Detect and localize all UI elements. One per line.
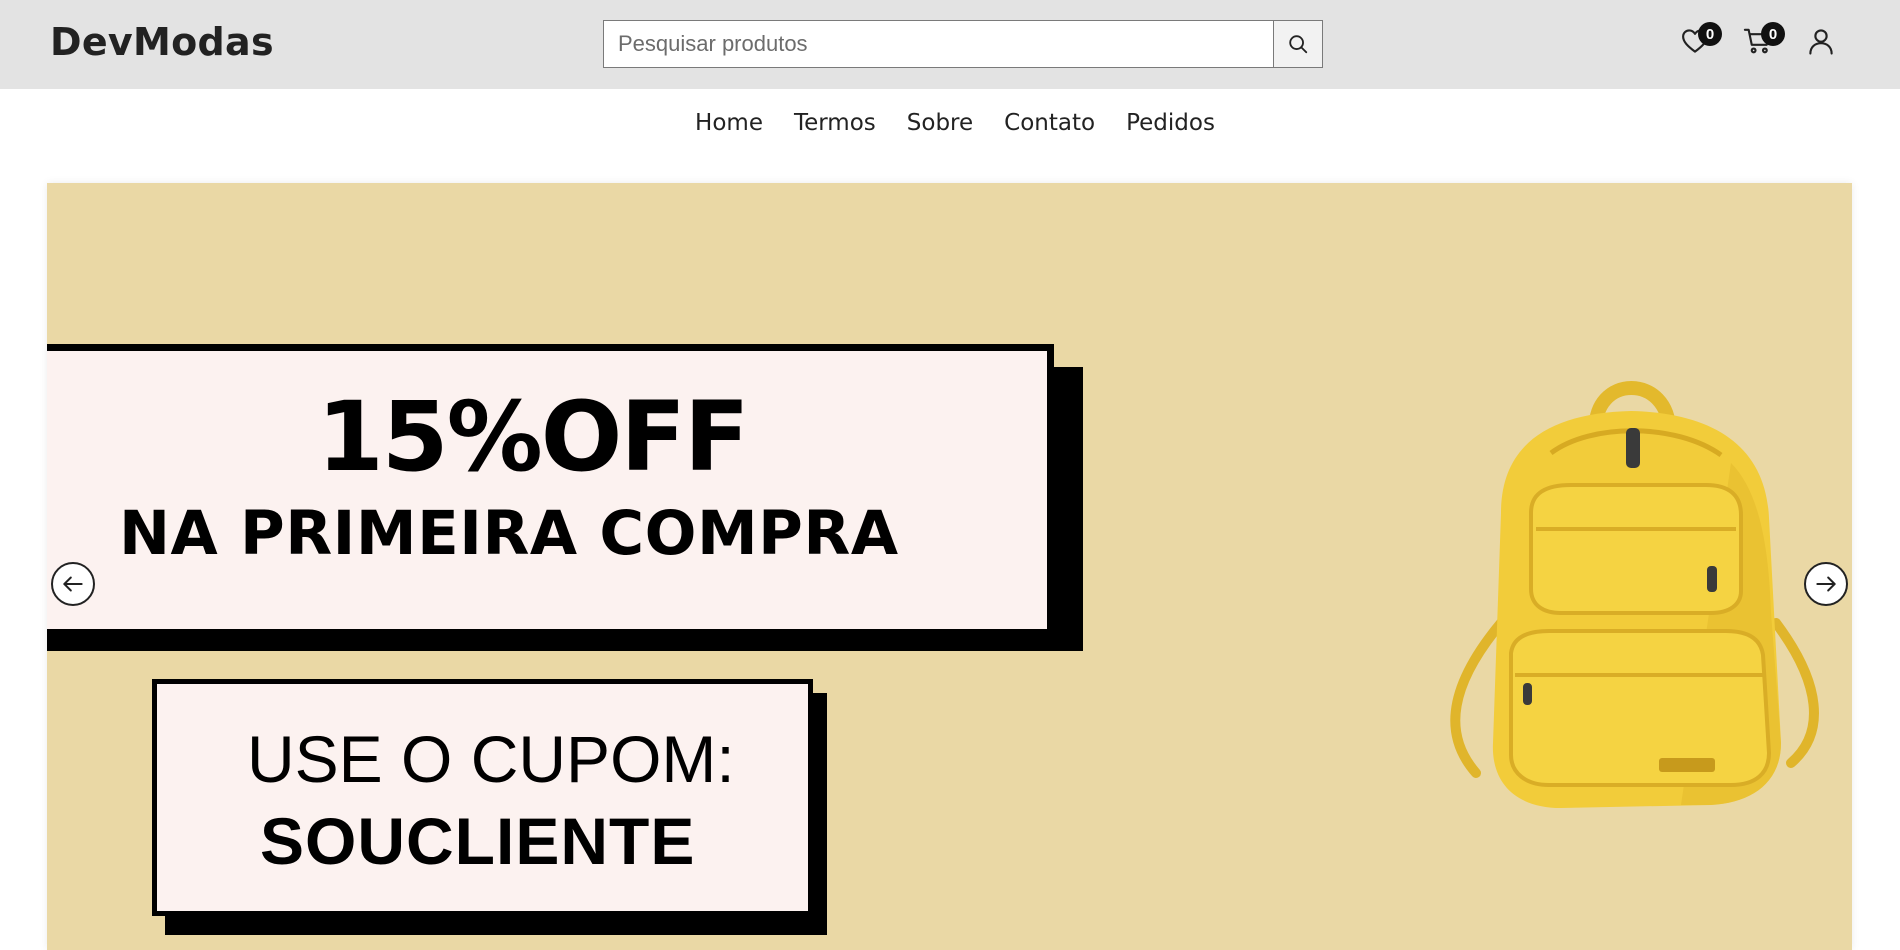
main-nav: Home Termos Sobre Contato Pedidos bbox=[0, 110, 1900, 136]
top-header: DevModas 0 0 bbox=[0, 0, 1900, 89]
search-icon bbox=[1289, 35, 1308, 54]
promo-subheadline: NA PRIMEIRA COMPRA bbox=[119, 498, 899, 569]
carousel-next-button[interactable] bbox=[1804, 562, 1848, 606]
coupon-code: SOUCLIENTE bbox=[260, 804, 696, 878]
coupon-box bbox=[152, 679, 813, 916]
nav-link-home[interactable]: Home bbox=[695, 110, 763, 136]
wishlist-count-badge: 0 bbox=[1698, 22, 1722, 46]
cart-count-badge: 0 bbox=[1761, 22, 1785, 46]
backpack-image bbox=[1450, 381, 1819, 808]
search-form bbox=[603, 20, 1323, 68]
arrow-right-icon bbox=[1816, 576, 1836, 592]
carousel-prev-button[interactable] bbox=[51, 562, 95, 606]
nav-link-pedidos[interactable]: Pedidos bbox=[1126, 110, 1215, 136]
site-logo[interactable]: DevModas bbox=[50, 20, 274, 64]
account-button[interactable] bbox=[1806, 26, 1838, 58]
cart-button[interactable]: 0 bbox=[1743, 22, 1785, 58]
user-icon bbox=[1809, 29, 1833, 55]
nav-link-termos[interactable]: Termos bbox=[794, 110, 876, 136]
nav-link-contato[interactable]: Contato bbox=[1004, 110, 1095, 136]
wishlist-button[interactable]: 0 bbox=[1680, 22, 1722, 58]
coupon-label: USE O CUPOM: bbox=[247, 722, 735, 796]
promo-banner-carousel: 15%OFF NA PRIMEIRA COMPRA USE O CUPOM: S… bbox=[47, 183, 1852, 950]
promo-headline: 15%OFF bbox=[317, 381, 750, 493]
search-input[interactable] bbox=[603, 20, 1274, 68]
nav-link-sobre[interactable]: Sobre bbox=[907, 110, 973, 136]
arrow-left-icon bbox=[63, 576, 83, 592]
search-button[interactable] bbox=[1274, 20, 1323, 68]
